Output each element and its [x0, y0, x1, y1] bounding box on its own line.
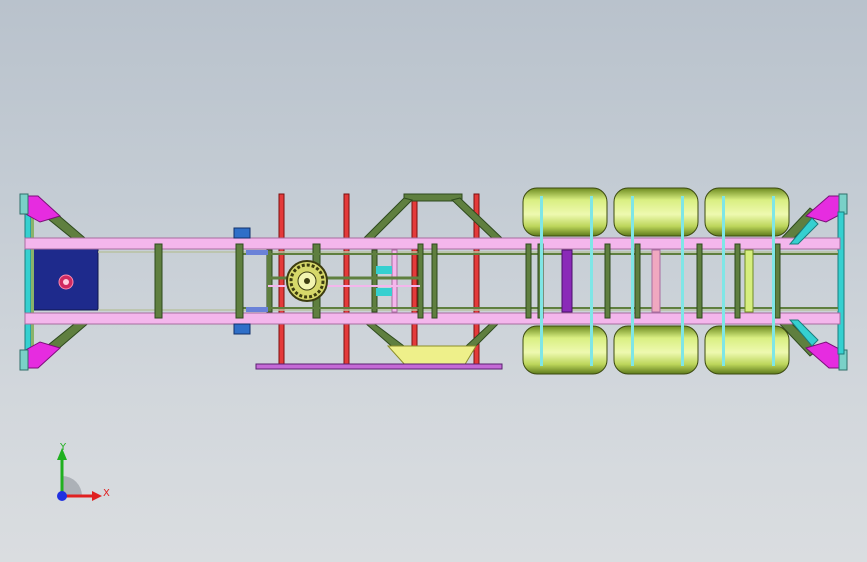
model-viewport[interactable]: Y X: [0, 0, 867, 562]
rear-end-rail: [837, 211, 845, 355]
x-axis-label: X: [103, 488, 110, 499]
inner-rails: [98, 251, 838, 311]
spare-wheel: [286, 260, 328, 302]
crossmembers: [154, 243, 781, 319]
axis-triad: Y X: [57, 442, 110, 501]
wheels-left-side: [522, 187, 790, 237]
y-axis-label: Y: [59, 442, 67, 453]
front-end-rail: [24, 211, 34, 355]
kingpin-plate: [29, 247, 99, 311]
z-axis-dot: [57, 491, 67, 501]
x-axis-head: [92, 491, 102, 501]
trailer-chassis-model[interactable]: [0, 0, 867, 562]
wheels-right-side: [522, 325, 790, 375]
